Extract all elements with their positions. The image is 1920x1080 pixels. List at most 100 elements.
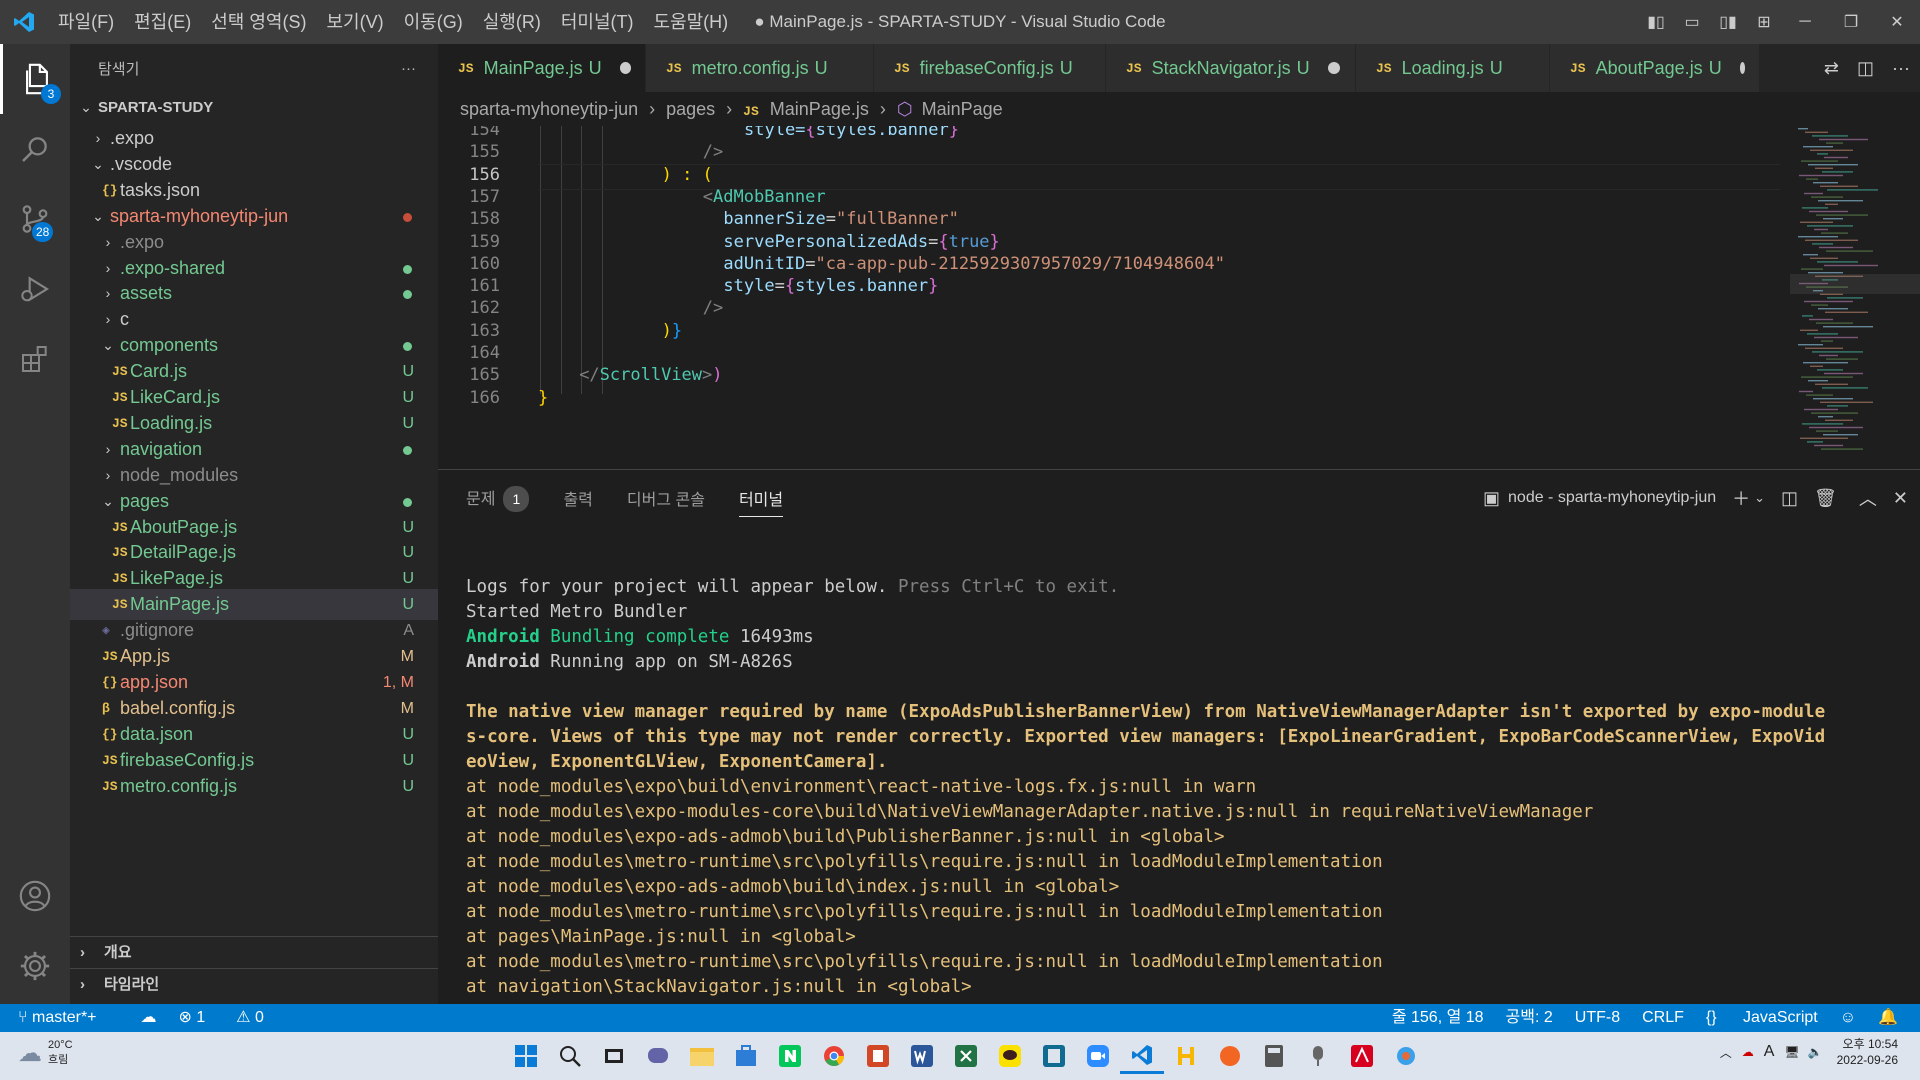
network-app-icon[interactable] (1384, 1038, 1428, 1074)
clock[interactable]: 오후 10:54 2022-09-26 (1837, 1036, 1898, 1068)
menu-item[interactable]: 터미널(T) (551, 0, 644, 44)
menu-item[interactable]: 도움말(H) (644, 0, 739, 44)
tab-output[interactable]: 출력 (563, 486, 592, 510)
terminal-selector[interactable]: node - sparta-myhoneytip-jun (1508, 489, 1716, 507)
code-editor[interactable]: 154 style={styles.banner} 155 /> 156) : (157… (438, 126, 1920, 469)
more-icon[interactable]: ··· (1892, 58, 1910, 79)
store-icon[interactable] (724, 1038, 768, 1074)
problems-status[interactable]: ⊗ 1 ⚠ 0 (179, 1004, 286, 1032)
word-icon[interactable] (900, 1038, 944, 1074)
outline-section[interactable]: › 개요 (70, 936, 438, 968)
minimap[interactable] (1790, 126, 1920, 469)
acrobat-icon[interactable] (1340, 1038, 1384, 1074)
menu-item[interactable]: 편집(E) (124, 0, 201, 44)
calculator-icon[interactable] (1252, 1038, 1296, 1074)
chrome-icon[interactable] (812, 1038, 856, 1074)
zoom-icon[interactable] (1076, 1038, 1120, 1074)
tab-debug-console[interactable]: 디버그 콘솔 (627, 486, 705, 510)
workspace-root[interactable]: ⌄ SPARTA-STUDY (70, 92, 438, 123)
notifications-icon[interactable]: 🔔 (1878, 1004, 1898, 1032)
terminal-output[interactable]: Logs for your project will appear below.… (466, 575, 1886, 1000)
js-file-icon: JS (458, 60, 474, 76)
editor-tab[interactable]: JS StackNavigator.js U (1106, 44, 1356, 92)
run-debug-activity[interactable] (0, 254, 70, 324)
file-explorer-icon[interactable] (680, 1038, 724, 1074)
toggle-secondary-sidebar-icon[interactable]: ▯▮ (1710, 0, 1746, 44)
line-ending[interactable]: CRLF (1642, 1004, 1684, 1032)
timeline-section[interactable]: › 타임라인 (70, 968, 438, 1000)
breadcrumb-symbol[interactable]: MainPage (922, 99, 1003, 119)
menu-item[interactable]: 보기(V) (316, 0, 393, 44)
accounts-activity[interactable] (0, 861, 70, 931)
toggle-panel-icon[interactable]: ▭ (1674, 0, 1710, 44)
vscode-taskbar-icon[interactable] (1120, 1038, 1164, 1074)
show-hidden-icons[interactable]: ︿ (1720, 1044, 1732, 1061)
editor-tab[interactable]: JS MainPage.js U (438, 44, 646, 92)
ime-indicator[interactable]: A (1764, 1043, 1775, 1061)
cursor-position[interactable]: 줄 156, 열 18 (1392, 1004, 1484, 1032)
editor-tab[interactable]: JS firebaseConfig.js U (874, 44, 1106, 92)
weather-widget[interactable]: ☁ 20°C 흐림 (18, 1038, 73, 1068)
close-panel-icon[interactable]: ✕ (1893, 488, 1908, 509)
manage-activity[interactable] (0, 931, 70, 1001)
file-item[interactable]: JS metro.config.js U (70, 771, 438, 802)
explorer-sidebar: 탐색기 ··· ⌄ SPARTA-STUDY › .expo ⌄ .vscode{} t… (70, 44, 438, 1004)
network-icon[interactable]: 🖥 (1784, 1045, 1799, 1059)
toggle-sidebar-icon[interactable]: ▮▯ (1638, 0, 1674, 44)
search-icon[interactable] (548, 1038, 592, 1074)
kakaotalk-icon[interactable] (988, 1038, 1032, 1074)
source-control-activity[interactable]: 28 (0, 184, 70, 254)
orange-app-icon[interactable] (1208, 1038, 1252, 1074)
breadcrumb-folder[interactable]: sparta-myhoneytip-jun (460, 99, 638, 119)
branch-status[interactable]: ⑂ master*+ (18, 1004, 119, 1032)
volume-icon[interactable]: 🔈 (1808, 1045, 1823, 1059)
encoding[interactable]: UTF-8 (1575, 1004, 1620, 1032)
unsaved-dot-icon[interactable] (1327, 62, 1340, 74)
tab-problems[interactable]: 문제 1 (466, 485, 530, 512)
unsaved-dot-icon[interactable] (1739, 62, 1745, 74)
calculator-app-icon[interactable] (1032, 1038, 1076, 1074)
menu-item[interactable]: 이동(G) (394, 0, 473, 44)
unsaved-dot-icon[interactable] (619, 62, 631, 74)
breadcrumb-subfolder[interactable]: pages (666, 99, 715, 119)
breadcrumb-file[interactable]: MainPage.js (770, 99, 869, 119)
start-icon[interactable] (504, 1038, 548, 1074)
minimize-button[interactable]: ─ (1782, 0, 1828, 44)
status-dot (403, 497, 412, 507)
new-terminal-icon[interactable]: ＋ (1732, 485, 1750, 511)
maximize-panel-icon[interactable]: ︿ (1859, 485, 1877, 511)
restore-button[interactable]: ❐ (1828, 0, 1874, 44)
powerpoint-icon[interactable] (856, 1038, 900, 1074)
task-view-icon[interactable] (592, 1038, 636, 1074)
extensions-activity[interactable] (0, 324, 70, 394)
close-window-button[interactable]: ✕ (1874, 0, 1920, 44)
microphone-icon[interactable] (1296, 1038, 1340, 1074)
tab-terminal[interactable]: 터미널 (738, 486, 784, 517)
explorer-activity[interactable]: 3 (0, 44, 70, 114)
split-editor-icon[interactable]: ◫ (1857, 58, 1874, 79)
tray-app-icon[interactable]: ☁ (1742, 1045, 1754, 1059)
terminal-dropdown-icon[interactable]: ⌄ (1754, 490, 1765, 506)
search-activity[interactable] (0, 114, 70, 184)
minimap-line (1814, 336, 1858, 339)
more-actions-button[interactable]: ··· (401, 60, 416, 77)
editor-tab[interactable]: JS Loading.js U (1356, 44, 1550, 92)
feedback-icon[interactable]: ☺ (1840, 1004, 1856, 1032)
hancom-icon[interactable] (1164, 1038, 1208, 1074)
terminal-line: at node_modules\expo-ads-admob\build\Pub… (466, 827, 1225, 847)
customize-layout-icon[interactable]: ⊞ (1746, 0, 1782, 44)
chat-icon[interactable] (636, 1038, 680, 1074)
menu-item[interactable]: 파일(F) (48, 0, 124, 44)
menu-item[interactable]: 실행(R) (473, 0, 551, 44)
sync-icon[interactable]: ☁ (141, 1004, 157, 1032)
menu-item[interactable]: 선택 영역(S) (201, 0, 316, 44)
compare-changes-icon[interactable]: ⇄ (1824, 58, 1839, 79)
indentation[interactable]: 공백: 2 (1506, 1004, 1553, 1032)
editor-tab[interactable]: JS metro.config.js U (646, 44, 874, 92)
editor-tab[interactable]: JS AboutPage.js U (1550, 44, 1760, 92)
naver-icon[interactable] (768, 1038, 812, 1074)
language-mode[interactable]: {} JavaScript (1706, 1004, 1818, 1032)
kill-terminal-icon[interactable]: 🗑 (1814, 488, 1837, 509)
split-terminal-icon[interactable]: ◫ (1781, 488, 1798, 509)
excel-icon[interactable] (944, 1038, 988, 1074)
